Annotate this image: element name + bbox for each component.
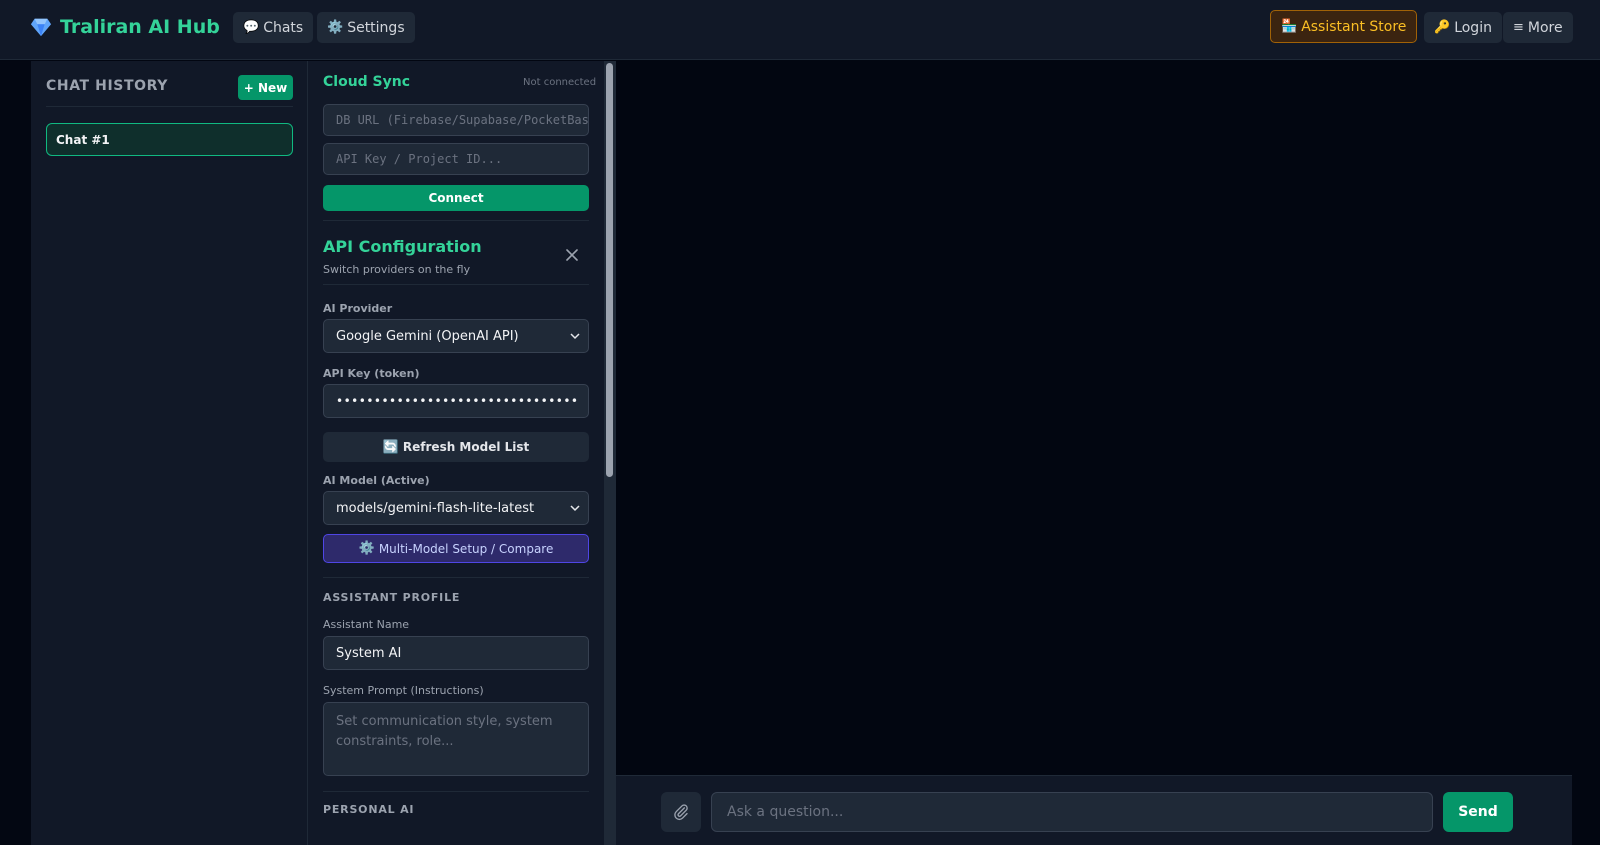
new-chat-button[interactable]: + New [238,75,293,100]
personal-ai-heading: PERSONAL AI [323,803,415,816]
chat-history-sidebar: CHAT HISTORY + New Chat #1 [31,61,308,845]
assistant-store-label: Assistant Store [1301,18,1407,35]
api-key-label: API Key (token) [323,367,420,380]
brand-logo[interactable]: Traliran AI Hub [30,16,220,38]
settings-label: Settings [347,19,405,36]
close-icon[interactable] [564,247,580,263]
settings-button[interactable]: ⚙️ Settings [317,12,415,43]
provider-label: AI Provider [323,302,393,315]
refresh-icon: 🔄 [382,439,399,455]
menu-icon: ≡ [1513,20,1524,35]
refresh-label: Refresh Model List [402,440,530,454]
assistant-store-button[interactable]: 🏪 Assistant Store [1270,10,1418,43]
model-value: models/gemini-flash-lite-latest [336,500,535,516]
assistant-name-label: Assistant Name [323,618,410,631]
more-button[interactable]: ≡ More [1503,12,1573,43]
top-bar: Traliran AI Hub 💬 Chats ⚙️ Settings 🏪 As… [0,0,1600,60]
multi-model-button[interactable]: ⚙️ Multi-Model Setup / Compare [323,534,589,563]
left-gutter [0,61,31,845]
assistant-name-input[interactable]: System AI [323,636,589,670]
provider-select[interactable]: Google Gemini (OpenAI API) [323,319,589,353]
brand-name: Traliran AI Hub [60,16,220,38]
divider [323,791,589,792]
provider-value: Google Gemini (OpenAI API) [336,328,519,344]
cloud-sync-title: Cloud Sync [323,74,411,90]
chevron-down-icon [570,333,580,340]
divider [323,577,589,578]
sync-status: Not connected [523,77,597,88]
api-config-title: API Configuration [323,237,482,256]
multi-model-label: Multi-Model Setup / Compare [378,541,554,556]
gear-icon: ⚙️ [358,541,375,556]
attach-button[interactable] [661,792,701,832]
chat-list-item[interactable]: Chat #1 [46,123,293,156]
db-url-input[interactable]: DB URL (Firebase/Supabase/PocketBase) [323,104,589,136]
divider [323,220,589,221]
system-prompt-input[interactable]: Set communication style, system constrai… [323,702,589,776]
send-button[interactable]: Send [1443,792,1513,832]
gem-icon [30,18,52,37]
panel-scrollbar-thumb[interactable] [606,63,613,477]
divider [46,106,293,107]
refresh-models-button[interactable]: 🔄 Refresh Model List [323,432,589,462]
gear-icon: ⚙️ [327,20,344,35]
chat-history-title: CHAT HISTORY [46,78,168,94]
store-icon: 🏪 [1281,19,1298,34]
chat-messages-area [616,61,1572,775]
composer-bar: Ask a question... Send [616,775,1572,845]
chats-button[interactable]: 💬 Chats [233,12,314,43]
api-config-subtitle: Switch providers on the fly [323,263,471,276]
chevron-down-icon [570,505,580,512]
chats-label: Chats [263,19,304,36]
message-input[interactable]: Ask a question... [711,792,1433,832]
settings-panel: Cloud Sync Not connected DB URL (Firebas… [308,61,616,845]
divider [323,284,589,285]
model-select[interactable]: models/gemini-flash-lite-latest [323,491,589,525]
login-label: Login [1454,19,1492,36]
connect-button[interactable]: Connect [323,185,589,211]
api-key-input[interactable]: •••••••••••••••••••••••••••••••• [323,384,589,418]
assistant-profile-heading: ASSISTANT PROFILE [323,591,461,604]
model-label: AI Model (Active) [323,474,430,487]
right-gutter [1572,61,1600,845]
paperclip-icon [674,804,688,821]
speech-bubble-icon: 💬 [243,20,260,35]
system-prompt-label: System Prompt (Instructions) [323,684,484,697]
project-key-input[interactable]: API Key / Project ID... [323,143,589,175]
key-icon: 🔑 [1434,20,1451,35]
more-label: More [1527,19,1563,36]
login-button[interactable]: 🔑 Login [1424,12,1502,43]
